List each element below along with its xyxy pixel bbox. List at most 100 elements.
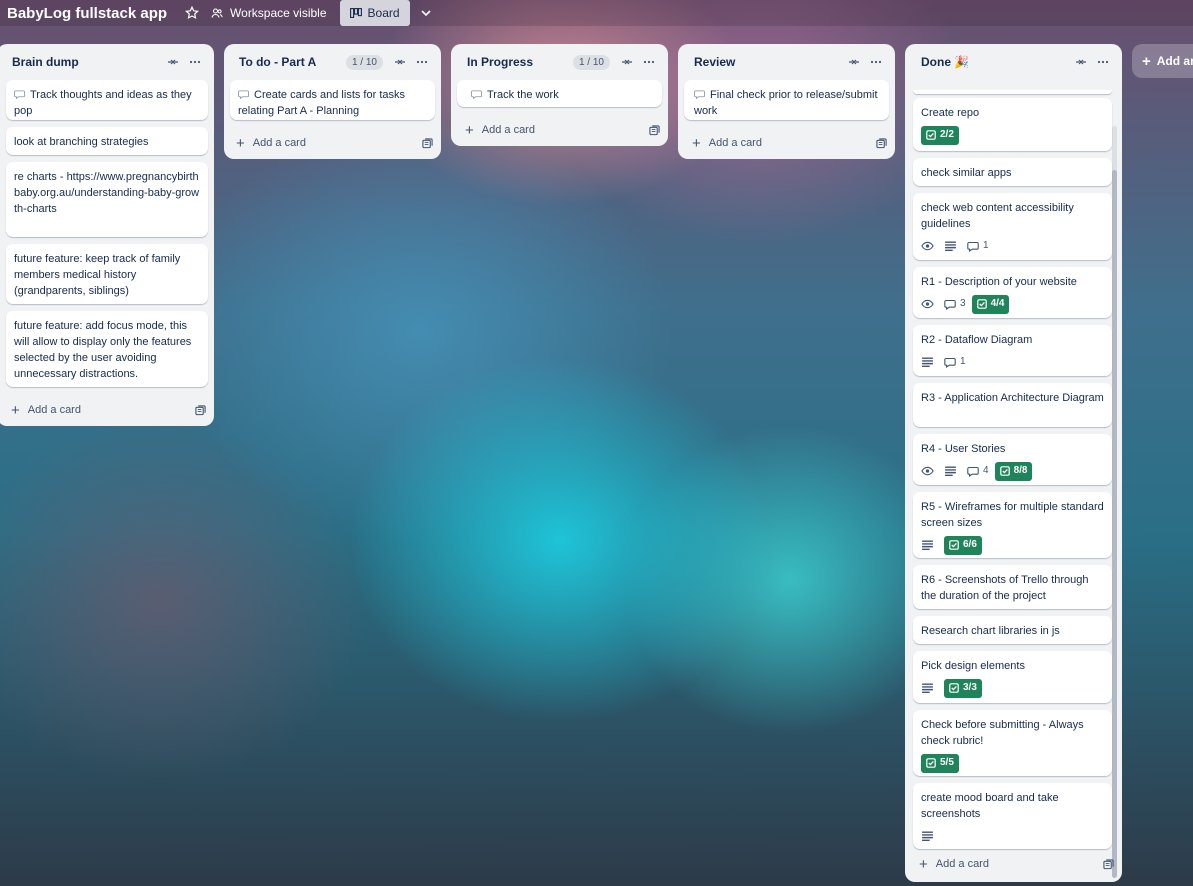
card[interactable]: re charts - https://www.pregnancybirthba… [6, 162, 208, 237]
add-card-button[interactable]: + Add a card [905, 848, 1122, 880]
card-title: look at branching strategies [14, 136, 149, 148]
checklist-count: 2/2 [940, 129, 954, 140]
checklist-icon [949, 683, 959, 693]
card[interactable]: Check before submitting - Always check r… [913, 710, 1112, 776]
template-icon[interactable] [649, 125, 660, 136]
card-title: check web content accessibility guidelin… [921, 202, 1074, 230]
list-menu-button[interactable] [1092, 51, 1114, 73]
list-header: To do - Part A 1 / 10 [224, 44, 441, 80]
card-title: R5 - Wireframes for multiple standard sc… [921, 501, 1104, 529]
checklist-badge: 2/2 [921, 125, 959, 145]
scrollbar-thumb[interactable] [1112, 170, 1117, 878]
description-icon [921, 830, 934, 842]
star-button[interactable] [167, 6, 199, 20]
card[interactable]: check web content accessibility guidelin… [913, 193, 1112, 260]
card-title: Create cards and lists for tasks relatin… [238, 89, 406, 117]
checklist-badge: 4/4 [971, 294, 1010, 314]
card[interactable]: future feature: keep track of family mem… [6, 244, 208, 304]
card[interactable]: R2 - Dataflow Diagram 1 [913, 325, 1112, 376]
chevron-down-icon [420, 10, 431, 17]
card-title: Final check prior to release/submit work [694, 89, 878, 117]
plus-icon: + [465, 121, 474, 139]
card-title: Check before submitting - Always check r… [921, 719, 1084, 747]
card[interactable]: Create cards and lists for tasks relatin… [230, 80, 435, 120]
card[interactable]: Track the work [457, 80, 662, 107]
add-card-button[interactable]: + Add a card [678, 127, 895, 159]
card[interactable]: check similar apps [913, 158, 1112, 186]
list-header: In Progress 1 / 10 [451, 44, 668, 80]
plus-icon: + [919, 855, 928, 873]
add-card-label: Add a card [252, 137, 306, 149]
add-card-button[interactable]: + Add a card [451, 114, 668, 146]
collapse-list-button[interactable] [162, 51, 184, 73]
comment-badge: 3 [944, 296, 966, 312]
card[interactable]: create mood board and take screenshots [913, 783, 1112, 849]
add-card-button[interactable]: + Add a card [0, 394, 214, 426]
card[interactable]: Research chart libraries in js [913, 616, 1112, 644]
board-header: BabyLog fullstack app Workspace visible … [0, 0, 1193, 26]
template-icon[interactable] [876, 138, 887, 149]
card-partial[interactable] [913, 90, 1112, 94]
collapse-list-button[interactable] [1070, 51, 1092, 73]
add-card-button[interactable]: + Add a card [224, 127, 441, 159]
watch-icon [921, 298, 934, 310]
list-menu-button[interactable] [411, 51, 433, 73]
comment-badge: 1 [944, 354, 966, 370]
list-title[interactable]: Brain dump [9, 55, 162, 69]
watch-icon [238, 90, 249, 99]
card[interactable]: Final check prior to release/submit work [684, 80, 889, 120]
card[interactable]: Create repo 2/2 [913, 98, 1112, 151]
card[interactable]: R3 - Application Architecture Diagram [913, 383, 1112, 427]
list-menu-button[interactable] [184, 51, 206, 73]
card-title: R4 - User Stories [921, 443, 1006, 455]
star-icon [185, 6, 199, 20]
list-title[interactable]: To do - Part A [236, 55, 346, 69]
card[interactable]: R1 - Description of your website 3 4/4 [913, 267, 1112, 318]
list-menu-button[interactable] [638, 51, 660, 73]
description-icon [944, 465, 957, 477]
card[interactable]: R5 - Wireframes for multiple standard sc… [913, 492, 1112, 558]
card[interactable]: Pick design elements 3/3 [913, 651, 1112, 703]
checklist-count: 8/8 [1013, 465, 1028, 476]
card-title: Create repo [921, 107, 980, 119]
add-card-label: Add a card [708, 137, 762, 149]
board-view-button[interactable]: Board [339, 0, 410, 26]
list-header: Done 🎉 [905, 44, 1122, 80]
visibility-button[interactable]: Workspace visible [211, 6, 327, 20]
collapse-list-button[interactable] [843, 51, 865, 73]
list-title[interactable]: In Progress [463, 55, 573, 69]
template-icon[interactable] [422, 138, 433, 149]
view-switcher-button[interactable] [410, 7, 432, 19]
card-title: re charts - https://www.pregnancybirthba… [14, 171, 200, 215]
comment-icon [967, 466, 979, 477]
comment-count: 3 [960, 298, 966, 309]
template-icon[interactable] [195, 405, 206, 416]
collapse-list-button[interactable] [389, 51, 411, 73]
collapse-list-button[interactable] [616, 51, 638, 73]
comment-count: 4 [983, 465, 989, 476]
plus-icon: + [11, 401, 20, 419]
card[interactable]: R4 - User Stories 4 8/8 [913, 434, 1112, 485]
watch-icon [694, 90, 705, 99]
watch-icon [14, 90, 25, 99]
list-title[interactable]: Done 🎉 [917, 55, 1070, 69]
card[interactable]: future feature: add focus mode, this wil… [6, 311, 208, 387]
card-title: Track the work [487, 89, 559, 101]
card-limit-badge: 1 / 10 [345, 54, 383, 70]
card[interactable]: Track thoughts and ideas as they pop [6, 80, 208, 120]
checklist-count: 6/6 [963, 539, 977, 550]
add-list-button[interactable]: + Add another list [1132, 44, 1193, 78]
card-title: R1 - Description of your website [921, 276, 1077, 288]
list-menu-button[interactable] [865, 51, 887, 73]
list-title[interactable]: Review [690, 55, 843, 69]
card[interactable]: R6 - Screenshots of Trello through the d… [913, 565, 1112, 609]
collapse-icon [394, 56, 406, 68]
add-card-label: Add a card [27, 404, 81, 416]
list-header: Brain dump [0, 44, 214, 80]
plus-icon: + [1142, 52, 1151, 70]
template-icon[interactable] [1103, 859, 1114, 870]
board-title[interactable]: BabyLog fullstack app [0, 5, 167, 22]
people-icon [211, 8, 223, 18]
card[interactable]: look at branching strategies [6, 127, 208, 155]
card-title: Research chart libraries in js [921, 625, 1060, 637]
